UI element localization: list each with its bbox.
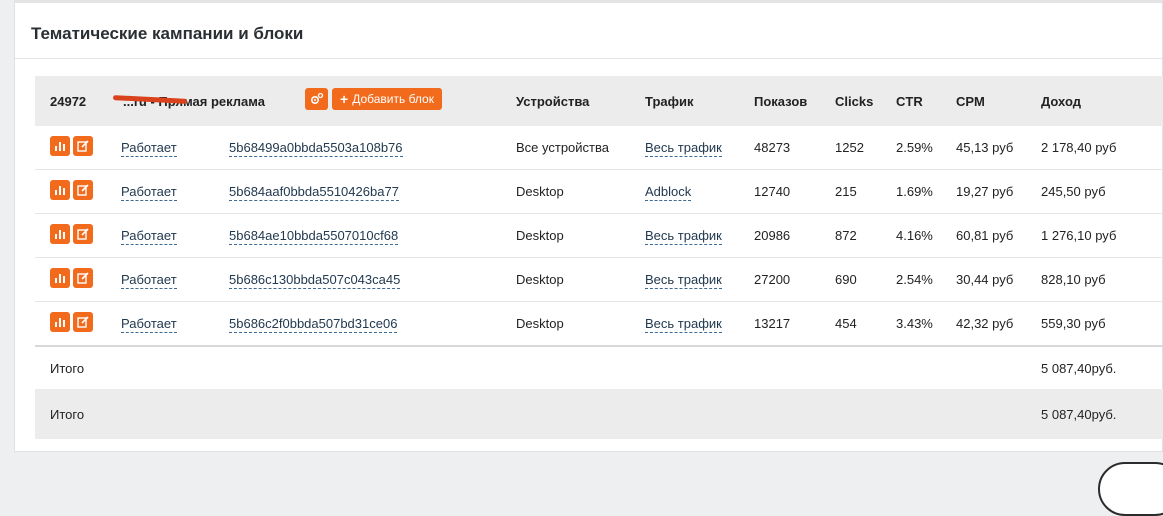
clicks-cell: 1252 (835, 140, 864, 155)
income-cell: 245,50 руб (1041, 184, 1106, 199)
campaign-settings-button[interactable] (305, 88, 328, 110)
clicks-cell: 690 (835, 272, 857, 287)
devices-cell: Desktop (516, 228, 564, 243)
grand-total-row: Итого 5 087,40руб. (35, 389, 1163, 439)
stats-button[interactable] (50, 312, 70, 332)
income-cell: 559,30 руб (1041, 316, 1106, 331)
impressions-cell: 12740 (754, 184, 791, 199)
ctr-cell: 2.54% (896, 272, 933, 287)
column-header-income: Доход (1041, 94, 1081, 109)
impressions-cell: 20986 (754, 228, 791, 243)
status-link[interactable]: Работает (121, 272, 177, 289)
traffic-link[interactable]: Весь трафик (645, 140, 722, 157)
campaigns-panel: Тематические кампании и блоки 24972 ...r… (14, 0, 1163, 452)
column-header-ctr: CTR (896, 94, 923, 109)
cpm-cell: 19,27 руб (956, 184, 1014, 199)
clicks-cell: 454 (835, 316, 857, 331)
traffic-link[interactable]: Весь трафик (645, 272, 722, 289)
impressions-cell: 48273 (754, 140, 791, 155)
edit-button[interactable] (73, 136, 93, 156)
traffic-link[interactable]: Весь трафик (645, 316, 722, 333)
block-id-link[interactable]: 5b684ae10bbda5507010cf68 (229, 228, 399, 245)
edit-icon (77, 272, 89, 284)
campaign-table: 24972 ...ru - Прямая реклама + Добавить … (35, 76, 1163, 439)
stats-button[interactable] (50, 136, 70, 156)
block-id-link[interactable]: 5b686c130bbda507c043ca45 (229, 272, 401, 289)
chat-widget-icon[interactable] (1098, 462, 1163, 516)
block-id-link[interactable]: 5b68499a0bbda5503a108b76 (229, 140, 403, 157)
devices-cell: Desktop (516, 316, 564, 331)
devices-cell: Все устройства (516, 140, 609, 155)
column-header-devices: Устройства (516, 94, 590, 109)
cpm-cell: 42,32 руб (956, 316, 1014, 331)
income-cell: 828,10 руб (1041, 272, 1106, 287)
edit-icon (77, 140, 89, 152)
edit-icon (77, 228, 89, 240)
stats-button[interactable] (50, 268, 70, 288)
ctr-cell: 3.43% (896, 316, 933, 331)
edit-button[interactable] (73, 268, 93, 288)
status-link[interactable]: Работает (121, 316, 177, 333)
block-rows: Работает 5b68499a0bbda5503a108b76 Все ус… (35, 126, 1163, 345)
grand-total-label: Итого (50, 407, 85, 422)
income-cell: 2 178,40 руб (1041, 140, 1117, 155)
gear-icon (310, 92, 323, 105)
column-header-clicks: Clicks (835, 94, 874, 109)
table-row: Работает 5b68499a0bbda5503a108b76 Все ус… (35, 126, 1163, 169)
add-block-button[interactable]: + Добавить блок (332, 88, 442, 110)
plus-icon: + (340, 91, 349, 107)
block-id-link[interactable]: 5b684aaf0bbda5510426ba77 (229, 184, 399, 201)
bar-chart-icon (55, 186, 65, 195)
devices-cell: Desktop (516, 272, 564, 287)
table-header-row: 24972 ...ru - Прямая реклама + Добавить … (35, 76, 1163, 126)
status-link[interactable]: Работает (121, 140, 177, 157)
bar-chart-icon (55, 142, 65, 151)
table-row: Работает 5b686c130bbda507c043ca45 Deskto… (35, 257, 1163, 301)
impressions-cell: 13217 (754, 316, 791, 331)
clicks-cell: 215 (835, 184, 857, 199)
grand-total-income: 5 087,40руб. (1041, 407, 1117, 422)
income-cell: 1 276,10 руб (1041, 228, 1117, 243)
cpm-cell: 60,81 руб (956, 228, 1014, 243)
total-label: Итого (50, 361, 85, 376)
block-id-link[interactable]: 5b686c2f0bbda507bd31ce06 (229, 316, 398, 333)
stats-button[interactable] (50, 224, 70, 244)
status-link[interactable]: Работает (121, 228, 177, 245)
traffic-link[interactable]: Весь трафик (645, 228, 722, 245)
bar-chart-icon (55, 318, 65, 327)
add-block-label: Добавить блок (352, 92, 434, 106)
panel-title: Тематические кампании и блоки (15, 3, 1162, 59)
status-link[interactable]: Работает (121, 184, 177, 201)
cpm-cell: 30,44 руб (956, 272, 1014, 287)
edit-icon (77, 316, 89, 328)
table-row: Работает 5b686c2f0bbda507bd31ce06 Deskto… (35, 301, 1163, 345)
clicks-cell: 872 (835, 228, 857, 243)
bar-chart-icon (55, 274, 65, 283)
impressions-cell: 27200 (754, 272, 791, 287)
ctr-cell: 1.69% (896, 184, 933, 199)
campaign-id: 24972 (50, 94, 87, 109)
edit-icon (77, 184, 89, 196)
stats-button[interactable] (50, 180, 70, 200)
table-row: Работает 5b684aaf0bbda5510426ba77 Deskto… (35, 169, 1163, 213)
cpm-cell: 45,13 руб (956, 140, 1014, 155)
column-header-impressions: Показов (754, 94, 808, 109)
ctr-cell: 2.59% (896, 140, 933, 155)
total-income: 5 087,40руб. (1041, 361, 1117, 376)
column-header-cpm: CPM (956, 94, 985, 109)
total-row: Итого 5 087,40руб. (35, 345, 1163, 389)
edit-button[interactable] (73, 312, 93, 332)
bar-chart-icon (55, 230, 65, 239)
column-header-traffic: Трафик (645, 94, 694, 109)
edit-button[interactable] (73, 180, 93, 200)
traffic-link[interactable]: Adblock (645, 184, 692, 201)
ctr-cell: 4.16% (896, 228, 933, 243)
edit-button[interactable] (73, 224, 93, 244)
devices-cell: Desktop (516, 184, 564, 199)
table-row: Работает 5b684ae10bbda5507010cf68 Deskto… (35, 213, 1163, 257)
